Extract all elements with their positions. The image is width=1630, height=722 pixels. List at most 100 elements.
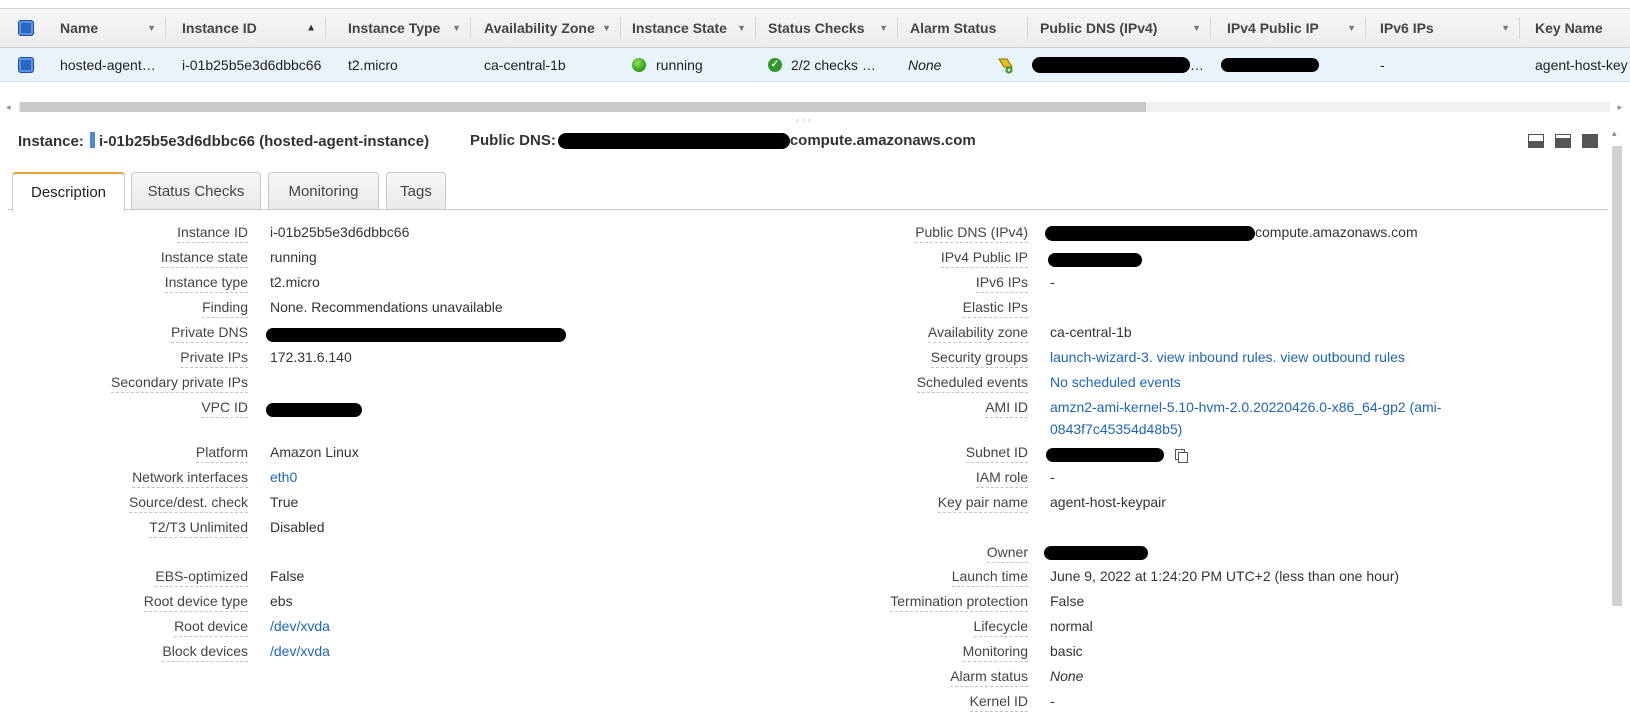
tab-status-checks[interactable]: Status Checks	[131, 172, 261, 210]
redacted-value	[1221, 57, 1319, 72]
sort-ascending-icon: ▲	[306, 22, 316, 34]
column-header-public-dns[interactable]: Public DNS (IPv4) ▼	[1028, 9, 1211, 47]
field-value-instance-state: running	[270, 249, 317, 265]
link-ami-id[interactable]: amzn2-ami-kernel-5.10-hvm-2.0.20220426.0…	[1050, 399, 1441, 415]
redacted-value	[557, 133, 790, 150]
field-value-lifecycle: normal	[1050, 618, 1093, 634]
column-header-alarm-status[interactable]: Alarm Status	[898, 9, 1028, 47]
redacted-value	[1032, 56, 1190, 73]
field-value-monitoring: basic	[1050, 643, 1083, 659]
scrollbar-thumb[interactable]	[1612, 146, 1622, 606]
running-status-icon	[632, 57, 646, 72]
field-label-ipv6-ips: IPv6 IPs	[975, 274, 1028, 293]
field-value-alarm-status: None	[1050, 668, 1084, 684]
instances-table: Name ▼ Instance ID ▲ Instance Type ▼ Availa…	[0, 0, 1630, 84]
field-value-owner	[1044, 544, 1148, 561]
column-header-ipv4-public-ip[interactable]: IPv4 Public IP ▼	[1211, 9, 1366, 47]
field-value-finding: None. Recommendations unavailable	[270, 299, 503, 315]
column-header-key-name[interactable]: Key Name	[1520, 9, 1630, 47]
link-scheduled-events[interactable]: No scheduled events	[1050, 374, 1181, 390]
field-label-subnet-id: Subnet ID	[965, 444, 1028, 463]
chevron-down-icon: ▼	[737, 23, 746, 33]
column-header-ipv6-ips[interactable]: IPv6 IPs ▼	[1366, 9, 1520, 47]
field-label-iam-role: IAM role	[975, 469, 1028, 488]
field-value-vpc-id	[266, 401, 362, 418]
cell-ipv4-public-ip	[1211, 48, 1366, 81]
tab-divider	[8, 209, 1608, 210]
panel-half-icon[interactable]	[1555, 134, 1571, 148]
field-label-security-groups: Security groups	[930, 349, 1028, 368]
panel-maximize-icon[interactable]	[1582, 134, 1598, 148]
link-block-devices[interactable]: /dev/xvda	[270, 643, 330, 659]
field-value-public-dns: compute.amazonaws.com	[1045, 224, 1418, 241]
redacted-value	[1045, 225, 1255, 241]
chevron-down-icon: ▼	[1192, 23, 1201, 33]
copy-icon[interactable]	[1174, 448, 1188, 464]
tab-description[interactable]: Description	[12, 172, 125, 211]
column-header-instance-type[interactable]: Instance Type ▼	[326, 9, 471, 47]
selection-marker	[90, 132, 96, 148]
column-header-availability-zone[interactable]: Availability Zone ▼	[471, 9, 621, 47]
tab-monitoring[interactable]: Monitoring	[268, 172, 379, 210]
field-label-lifecycle: Lifecycle	[973, 618, 1028, 637]
panel-minimize-icon[interactable]	[1528, 134, 1544, 148]
table-row[interactable]: hosted-agent… i-01b25b5e3d6dbbc66 t2.mic…	[0, 48, 1630, 82]
row-checkbox[interactable]	[18, 48, 38, 81]
field-value-launch-time: June 9, 2022 at 1:24:20 PM UTC+2 (less t…	[1050, 568, 1400, 584]
field-label-launch-time: Launch time	[951, 568, 1028, 587]
field-label-secondary-private-ips: Secondary private IPs	[111, 374, 248, 393]
scroll-up-icon[interactable]: ▴	[1612, 128, 1617, 139]
scroll-right-icon[interactable]: ▸	[1617, 100, 1622, 114]
field-label-instance-state: Instance state	[160, 249, 248, 268]
tab-tags[interactable]: Tags	[386, 172, 446, 210]
link-ami-id-line2[interactable]: 0843f7c45354d48b5)	[1050, 421, 1182, 437]
cell-status-checks: ✓ 2/2 checks …	[756, 48, 898, 81]
table-header: Name ▼ Instance ID ▲ Instance Type ▼ Availa…	[0, 8, 1630, 48]
column-header-instance-state[interactable]: Instance State ▼	[621, 9, 756, 47]
cell-instance-type: t2.micro	[348, 56, 398, 73]
scroll-left-icon[interactable]: ◂	[6, 100, 11, 114]
field-value-subnet-id	[1046, 446, 1188, 464]
redacted-value	[1048, 253, 1142, 268]
column-header-name[interactable]: Name ▼	[48, 9, 166, 47]
field-value-termination-protection: False	[1050, 593, 1085, 609]
link-eth0[interactable]: eth0	[270, 469, 297, 485]
column-header-status-checks[interactable]: Status Checks ▼	[756, 9, 898, 47]
field-label-ebs-optimized: EBS-optimized	[155, 568, 248, 587]
scrollbar-thumb[interactable]	[20, 102, 1146, 112]
field-label-instance-type: Instance type	[164, 274, 248, 293]
link-root-device[interactable]: /dev/xvda	[270, 618, 330, 634]
field-label-vpc-id: VPC ID	[201, 399, 248, 418]
chevron-down-icon: ▼	[147, 23, 156, 33]
cell-public-dns: …	[1028, 48, 1211, 81]
field-label-root-device: Root device	[174, 618, 248, 637]
link-security-groups[interactable]: launch-wizard-3. view inbound rules. vie…	[1050, 349, 1405, 365]
field-value-t2-t3-unlimited: Disabled	[270, 519, 325, 535]
horizontal-scrollbar[interactable]: ◂ ▸	[4, 100, 1624, 114]
field-value-instance-id: i-01b25b5e3d6dbbc66	[270, 224, 410, 240]
field-label-owner: Owner	[986, 544, 1028, 563]
column-header-instance-id[interactable]: Instance ID ▲	[166, 9, 326, 47]
field-value-availability-zone: ca-central-1b	[1050, 324, 1132, 340]
field-value-platform: Amazon Linux	[270, 444, 359, 460]
vertical-scrollbar[interactable]: ▴	[1610, 128, 1624, 722]
field-label-root-device-type: Root device type	[143, 593, 248, 612]
field-label-platform: Platform	[195, 444, 248, 463]
cell-ipv6-ips: -	[1380, 56, 1385, 73]
redacted-value	[266, 403, 362, 418]
redacted-value	[1046, 448, 1164, 463]
chevron-down-icon: ▼	[1501, 23, 1510, 33]
field-value-kernel-id: -	[1050, 693, 1055, 709]
field-label-termination-protection: Termination protection	[890, 593, 1028, 612]
field-label-private-ips: Private IPs	[180, 349, 248, 368]
field-value-ipv6-ips: -	[1050, 274, 1055, 290]
field-value-root-device-type: ebs	[270, 593, 293, 609]
field-label-key-pair-name: Key pair name	[937, 494, 1028, 513]
field-label-ipv4-public-ip: IPv4 Public IP	[940, 249, 1028, 268]
select-all-checkbox[interactable]	[18, 9, 38, 47]
field-value-iam-role: -	[1050, 469, 1055, 485]
create-alarm-icon[interactable]	[996, 55, 1016, 75]
public-dns-title: Public DNS: compute.amazonaws.com	[470, 132, 976, 150]
field-value-ipv4-public-ip	[1048, 251, 1142, 268]
field-label-source-dest-check: Source/dest. check	[128, 494, 248, 513]
